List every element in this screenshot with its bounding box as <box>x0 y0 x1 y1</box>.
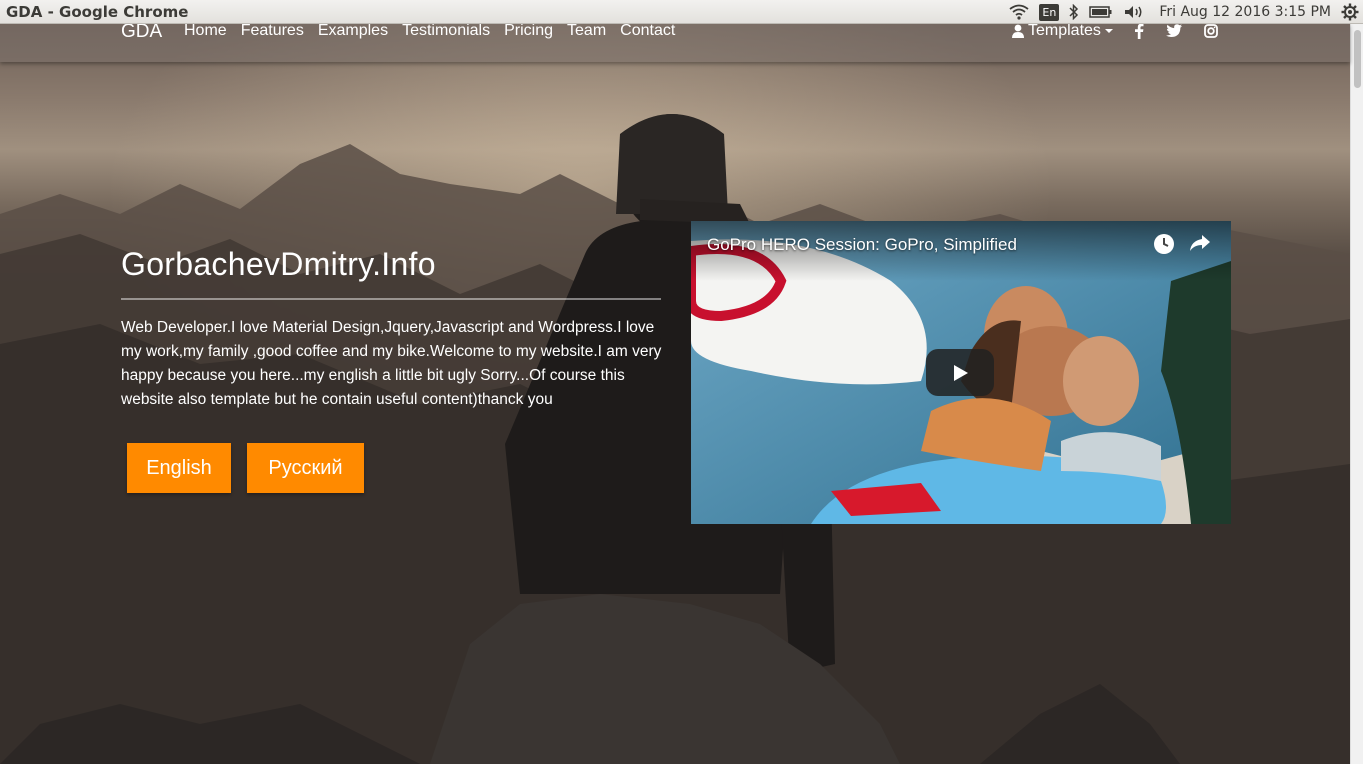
keyboard-language-indicator[interactable]: En <box>1039 0 1060 24</box>
nav-link-testimonials[interactable]: Testimonials <box>402 22 490 40</box>
nav-links: Home Features Examples Testimonials Pric… <box>184 22 689 40</box>
system-clock[interactable]: Fri Aug 12 2016 3:15 PM <box>1159 4 1331 20</box>
nav-right: Templates <box>1012 22 1218 40</box>
wifi-icon[interactable] <box>1009 0 1029 24</box>
battery-icon[interactable] <box>1089 0 1113 24</box>
templates-dropdown[interactable]: Templates <box>1012 22 1114 40</box>
share-icon[interactable] <box>1189 233 1211 258</box>
caret-down-icon <box>1104 29 1113 33</box>
instagram-icon[interactable] <box>1204 24 1218 38</box>
twitter-icon[interactable] <box>1165 24 1182 38</box>
os-top-bar: GDA - Google Chrome En Fri Aug 12 2016 3… <box>0 0 1363 24</box>
volume-icon[interactable] <box>1123 0 1145 24</box>
nav-link-pricing[interactable]: Pricing <box>504 22 553 40</box>
title-divider <box>121 298 661 300</box>
video-title[interactable]: GoPro HERO Session: GoPro, Simplified <box>707 235 1017 255</box>
nav-link-contact[interactable]: Contact <box>620 22 675 40</box>
bluetooth-icon[interactable] <box>1069 0 1079 24</box>
play-icon <box>954 364 968 381</box>
nav-link-home[interactable]: Home <box>184 22 227 40</box>
brand-logo[interactable]: GDA <box>121 21 162 43</box>
intro-description: Web Developer.I love Material Design,Jqu… <box>121 319 662 408</box>
scrollbar-thumb[interactable] <box>1354 30 1361 88</box>
nav-link-examples[interactable]: Examples <box>318 22 388 40</box>
system-tray: En Fri Aug 12 2016 3:15 PM <box>999 0 1363 24</box>
english-button[interactable]: English <box>127 443 231 493</box>
settings-gear-icon[interactable] <box>1341 0 1359 24</box>
facebook-icon[interactable] <box>1134 23 1144 39</box>
page-scrollbar[interactable] <box>1350 24 1363 764</box>
top-navbar: GDA Home Features Examples Testimonials … <box>0 21 1350 62</box>
video-embed[interactable]: GoPro HERO Session: GoPro, Simplified <box>691 221 1231 524</box>
templates-label: Templates <box>1028 22 1101 39</box>
russian-button[interactable]: Русский <box>247 443 364 493</box>
user-icon <box>1012 24 1024 38</box>
window-title: GDA - Google Chrome <box>6 3 189 21</box>
nav-link-team[interactable]: Team <box>567 22 606 40</box>
nav-link-features[interactable]: Features <box>241 22 304 40</box>
watch-later-icon[interactable] <box>1153 233 1175 260</box>
intro-title: GorbachevDmitry.Info <box>121 246 436 282</box>
play-button[interactable] <box>926 349 994 396</box>
